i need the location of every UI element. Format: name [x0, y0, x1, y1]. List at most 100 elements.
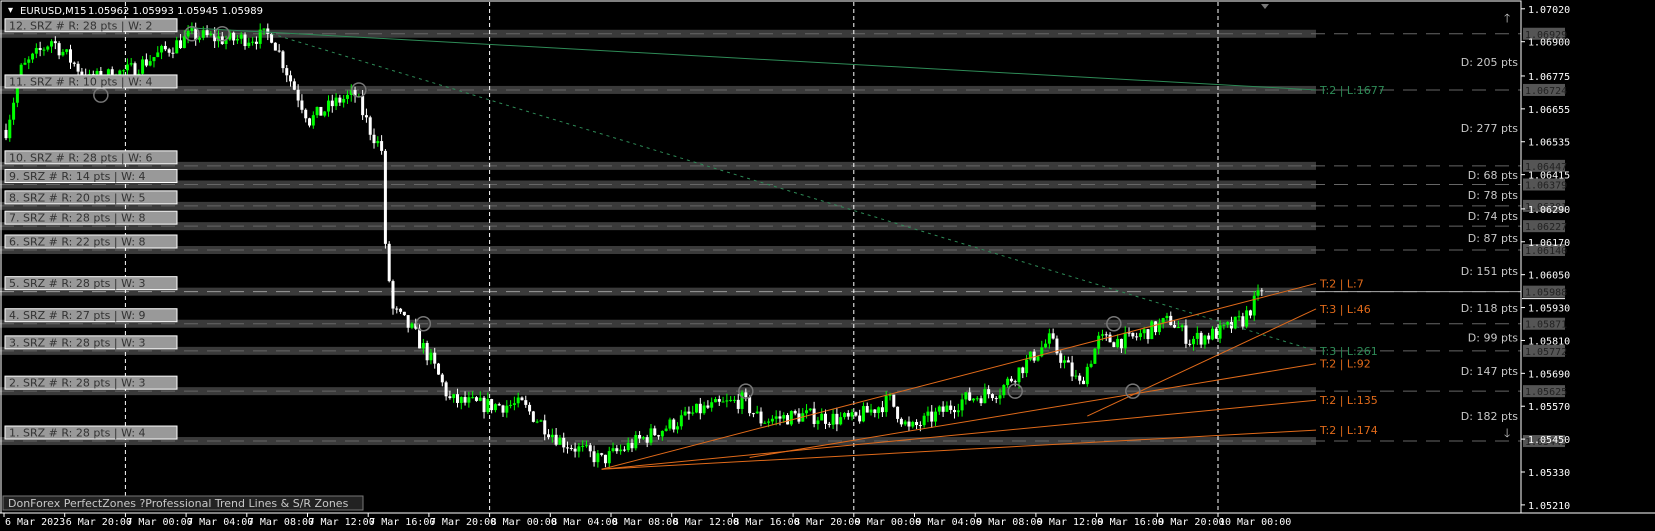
bear-candle — [638, 435, 642, 439]
bull-candle — [842, 413, 846, 418]
bear-candle — [873, 409, 877, 413]
symbol-label: EURUSD,M15 — [20, 6, 86, 17]
bull-candle — [729, 399, 733, 401]
zone-price-label: 1.06379 — [1525, 180, 1567, 191]
bull-candle — [50, 41, 54, 47]
bear-candle — [846, 413, 850, 417]
bull-candle — [1252, 295, 1256, 316]
bear-candle — [474, 397, 478, 401]
bear-candle — [896, 406, 900, 419]
bull-candle — [1097, 335, 1101, 349]
bull-candle — [1093, 348, 1097, 364]
bear-candle — [380, 141, 384, 151]
bear-candle — [994, 398, 998, 400]
bear-candle — [1241, 316, 1245, 327]
distance-label: D: 151 pts — [1461, 265, 1518, 278]
bull-candle — [1142, 329, 1146, 334]
trend-line-label: T:3 | L:261 — [1319, 345, 1378, 358]
bear-candle — [1207, 335, 1211, 340]
bear-candle — [53, 41, 57, 44]
price-chart[interactable]: T:2 | L:1677 T:3 | L:261 T:2 | L:7 T:3 | L:… — [0, 0, 1655, 531]
zone-label: 10. SRZ # R: 28 pts | W: 6 — [9, 151, 153, 164]
bear-candle — [304, 109, 308, 119]
bear-candle — [687, 411, 691, 414]
bear-candle — [368, 117, 372, 135]
bull-candle — [34, 48, 38, 54]
bull-candle — [820, 413, 824, 421]
bear-candle — [433, 352, 437, 364]
bull-candle — [956, 410, 960, 413]
bear-candle — [406, 315, 410, 328]
bear-candle — [600, 453, 604, 455]
zone-label: 1. SRZ # R: 28 pts | W: 4 — [9, 427, 146, 440]
bear-candle — [554, 434, 558, 445]
bull-candle — [740, 392, 744, 409]
bear-candle — [1066, 360, 1070, 363]
bear-candle — [748, 396, 752, 414]
bear-candle — [1199, 332, 1203, 345]
time-tick-label: 9 Mar 00:00 — [855, 517, 921, 528]
zone-price-label: 1.05625 — [1525, 387, 1567, 398]
bull-candle — [850, 412, 854, 417]
bull-candle — [1218, 325, 1222, 339]
bull-candle — [725, 400, 729, 402]
bull-candle — [345, 94, 349, 99]
bear-candle — [672, 419, 676, 430]
bull-candle — [129, 63, 133, 65]
header-collapse-icon[interactable]: ▾ — [8, 5, 13, 16]
bull-candle — [471, 397, 475, 399]
bear-candle — [547, 434, 551, 438]
bear-candle — [1173, 324, 1177, 328]
bull-candle — [634, 435, 638, 449]
bear-candle — [243, 34, 247, 47]
bull-candle — [641, 437, 645, 439]
bull-candle — [1047, 333, 1051, 344]
price-tick-label: 1.05450 — [1528, 435, 1570, 446]
bear-candle — [751, 413, 755, 415]
scroll-down-arrow-icon[interactable]: 🡓 — [1504, 426, 1510, 440]
bear-candle — [1078, 375, 1082, 381]
bear-candle — [524, 400, 528, 405]
trend-line-label: T:2 | L:1677 — [1319, 84, 1385, 97]
bear-candle — [1154, 321, 1158, 333]
bear-candle — [1131, 332, 1135, 337]
scroll-up-arrow-icon[interactable]: 🡑 — [1504, 11, 1510, 25]
time-tick-label: 9 Mar 16:00 — [1098, 517, 1164, 528]
bear-candle — [528, 404, 532, 412]
bull-candle — [539, 420, 543, 422]
bear-candle — [167, 49, 171, 53]
bull-candle — [125, 64, 129, 71]
distance-label: D: 78 pts — [1468, 189, 1518, 202]
bull-candle — [607, 451, 611, 464]
bear-candle — [395, 308, 399, 310]
bear-candle — [270, 33, 274, 43]
bull-candle — [505, 405, 509, 413]
bear-candle — [254, 41, 258, 44]
bear-candle — [622, 449, 626, 451]
bear-candle — [736, 399, 740, 409]
time-tick-label: 7 Mar 04:00 — [187, 517, 253, 528]
bull-candle — [1036, 356, 1040, 361]
time-tick-label: 9 Mar 04:00 — [916, 517, 982, 528]
bear-candle — [402, 311, 406, 316]
bull-candle — [23, 62, 27, 65]
time-tick-label: 9 Mar 12:00 — [1037, 517, 1103, 528]
distance-label: D: 74 pts — [1468, 210, 1518, 223]
bear-candle — [562, 437, 566, 448]
bear-candle — [289, 75, 293, 82]
bull-candle — [774, 416, 778, 419]
zone-label: 9. SRZ # R: 14 pts | W: 4 — [9, 170, 146, 183]
bull-candle — [148, 61, 152, 66]
bull-candle — [535, 421, 539, 423]
bull-candle — [960, 399, 964, 411]
distance-label: D: 182 pts — [1461, 410, 1518, 423]
time-tick-label: 8 Mar 04:00 — [551, 517, 617, 528]
bear-candle — [179, 40, 183, 49]
time-tick-label: 8 Mar 00:00 — [491, 517, 557, 528]
bull-candle — [934, 411, 938, 422]
bull-candle — [581, 445, 585, 447]
bull-candle — [869, 409, 873, 413]
bull-candle — [763, 422, 767, 424]
bull-candle — [767, 421, 771, 423]
bear-candle — [1009, 378, 1013, 382]
